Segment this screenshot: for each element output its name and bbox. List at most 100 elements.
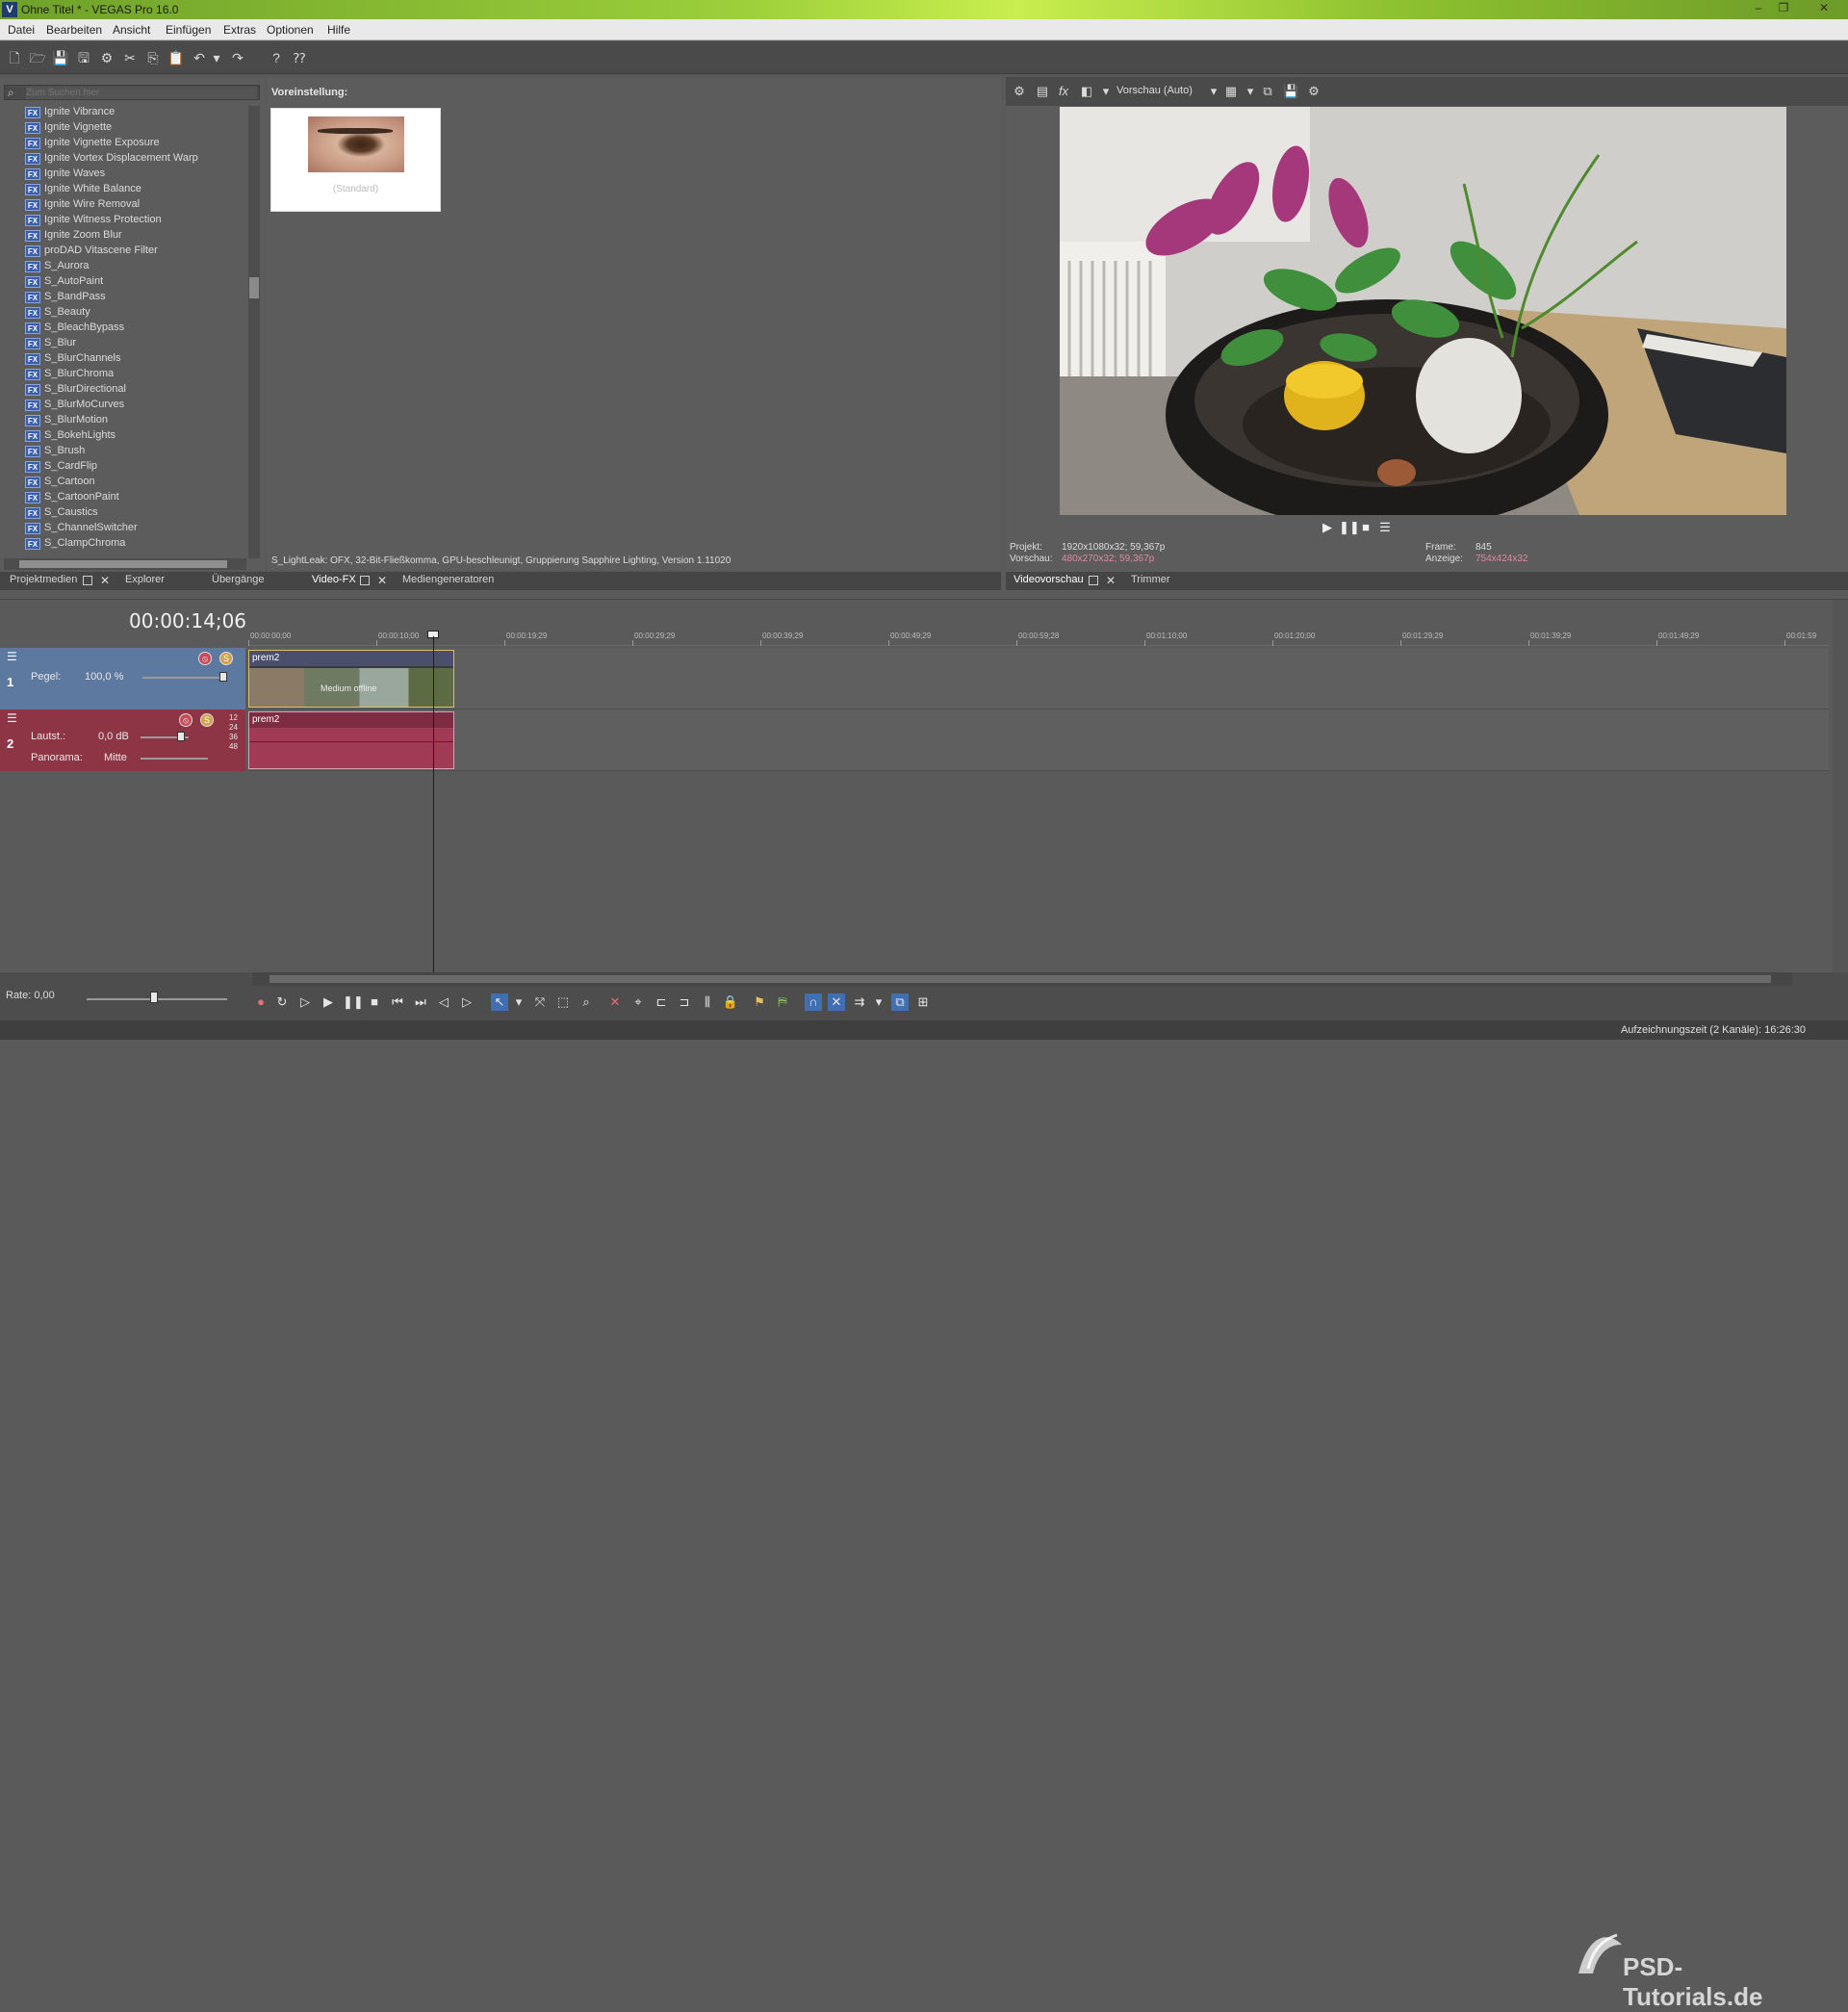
tab-projektmedien[interactable]: Projektmedien (10, 574, 77, 585)
mute-icon[interactable]: ⦸ (179, 713, 192, 727)
lock-icon[interactable]: 🔒 (722, 993, 739, 1011)
tab-dock-icon[interactable] (1089, 576, 1098, 585)
trim-start-icon[interactable]: ⊏ (653, 993, 670, 1011)
loop-icon[interactable]: ↻ (273, 993, 291, 1011)
fx-list-item[interactable]: FX S_BlurChannels (25, 352, 121, 368)
fx-list-item[interactable]: FX S_BlurMoCurves (25, 399, 124, 414)
menu-optionen[interactable]: Optionen (267, 23, 314, 37)
pause-icon[interactable]: ❚❚ (343, 993, 364, 1011)
preview-menu-icon[interactable]: ☰ (1377, 520, 1393, 535)
overlays-grid-icon[interactable]: ▦ (1223, 84, 1239, 99)
video-fx-icon[interactable]: fx (1056, 84, 1071, 99)
preview-device-icon[interactable]: ▤ (1035, 84, 1050, 99)
redo-icon[interactable]: ↷ (229, 49, 246, 66)
save-as-icon[interactable]: 🖫 (75, 49, 92, 66)
undo-icon[interactable]: ↶ (191, 49, 208, 66)
fx-list-item[interactable]: FX S_BleachBypass (25, 322, 124, 337)
tab-close-icon[interactable]: ✕ (1106, 574, 1116, 587)
fx-list-item[interactable]: FX S_ClampChroma (25, 537, 125, 553)
record-icon[interactable]: ● (252, 993, 270, 1011)
fx-list-item[interactable]: FX S_BandPass (25, 291, 106, 306)
edit-tool-dropdown-icon[interactable]: ▾ (510, 993, 527, 1011)
marker-icon[interactable]: ⚑ (751, 993, 768, 1011)
fx-list-item[interactable]: FX S_AutoPaint (25, 275, 103, 291)
video-track-header[interactable]: ☰ 1 ⦸ S Pegel: 100,0 % (0, 648, 245, 709)
menu-einfuegen[interactable]: Einfügen (166, 23, 211, 37)
stop-icon[interactable]: ■ (366, 993, 383, 1011)
play-icon[interactable]: ▶ (1320, 520, 1335, 535)
play-icon[interactable]: ▶ (320, 993, 337, 1011)
fx-list-item[interactable]: FX Ignite Witness Protection (25, 214, 162, 229)
open-folder-icon[interactable]: 🗁 (29, 49, 46, 66)
audio-track-header[interactable]: ☰ 2 ⦸ S Lautst.: 0,0 dB Panorama: Mitte (0, 709, 245, 771)
properties-gear-icon[interactable]: ⚙ (98, 49, 116, 66)
overlays-dropdown-icon[interactable]: ▾ (1243, 84, 1258, 99)
cut-icon[interactable]: ✂ (121, 49, 139, 66)
fx-list-item[interactable]: FX Ignite White Balance (25, 183, 141, 198)
fx-list-item[interactable]: FX proDAD Vitascene Filter (25, 245, 158, 260)
copy-snapshot-icon[interactable]: ⧉ (1260, 84, 1275, 99)
preview-extra-icon[interactable]: ⚙ (1306, 84, 1322, 99)
next-frame-icon[interactable]: ▷ (458, 993, 475, 1011)
delete-icon[interactable]: ✕ (606, 993, 624, 1011)
auto-crossfade-icon[interactable]: ✕ (828, 993, 845, 1011)
fx-list-item[interactable]: FX Ignite Zoom Blur (25, 229, 122, 245)
menu-datei[interactable]: Datei (8, 23, 35, 37)
playhead-line[interactable] (433, 636, 434, 973)
fx-list-item[interactable]: FX S_BokehLights (25, 429, 116, 445)
auto-ripple-dropdown-icon[interactable]: ▾ (870, 993, 887, 1011)
solo-icon[interactable]: S (200, 713, 214, 727)
solo-icon[interactable]: S (219, 652, 233, 665)
tab-close-icon[interactable]: ✕ (100, 574, 110, 587)
play-from-start-icon[interactable]: ▷ (296, 993, 314, 1011)
menu-ansicht[interactable]: Ansicht (113, 23, 150, 37)
save-icon[interactable]: 💾 (52, 49, 69, 66)
new-file-icon[interactable]: 🗋 (6, 49, 23, 66)
fx-list-item[interactable]: FX S_BlurChroma (25, 368, 114, 383)
audio-event-clip[interactable]: prem2 (248, 711, 454, 769)
tab-dock-icon[interactable] (83, 576, 92, 585)
pegel-slider[interactable] (142, 677, 221, 679)
timeline-horizontal-scrollbar[interactable] (252, 972, 1792, 986)
fx-list-item[interactable]: FX Ignite Vortex Displacement Warp (25, 152, 198, 168)
trim-end-icon[interactable]: ⊐ (676, 993, 693, 1011)
maximize-button[interactable]: ❐ (1773, 1, 1794, 16)
previous-frame-icon[interactable]: ◁ (435, 993, 452, 1011)
paste-icon[interactable]: 📋 (167, 49, 185, 66)
event-grouping-icon[interactable]: ⧉ (891, 993, 909, 1011)
envelope-tool-icon[interactable]: ⤧ (531, 993, 549, 1011)
fx-list-item[interactable]: FX S_CardFlip (25, 460, 97, 476)
undo-dropdown-icon[interactable]: ▾ (208, 49, 225, 66)
go-to-start-icon[interactable]: ⏮ (389, 993, 406, 1011)
split-icon[interactable]: ⫼ (699, 993, 716, 1011)
fx-list-item[interactable]: FX Ignite Vignette Exposure (25, 137, 160, 152)
pause-icon[interactable]: ❚❚ (1339, 520, 1360, 535)
volume-slider-knob[interactable] (177, 732, 185, 741)
close-button[interactable]: ✕ (1813, 1, 1835, 16)
audio-track-lane[interactable]: prem2 (248, 709, 1829, 771)
fx-list-item[interactable]: FX S_CartoonPaint (25, 491, 119, 506)
track-menu-icon[interactable]: ☰ (7, 651, 20, 663)
pegel-slider-knob[interactable] (219, 672, 227, 682)
menu-hilfe[interactable]: Hilfe (327, 23, 350, 37)
video-track-lane[interactable]: prem2 Medium offline (248, 648, 1829, 709)
scrollbar-thumb[interactable] (249, 277, 259, 298)
minimize-button[interactable]: – (1748, 1, 1769, 16)
pan-slider[interactable] (141, 758, 208, 760)
fx-list-item[interactable]: FX S_Blur (25, 337, 76, 352)
time-ruler[interactable]: 00:00:00;00 00:00:10;00 00:00:19;29 00:00:2… (248, 629, 1829, 646)
fx-list-vertical-scrollbar[interactable] (248, 106, 260, 558)
whats-this-icon[interactable]: ⁇ (291, 49, 308, 66)
tab-uebergaenge[interactable]: Übergänge (212, 574, 264, 585)
snapping-icon[interactable]: ∩ (805, 993, 822, 1011)
tab-mediengeneratoren[interactable]: Mediengeneratoren (402, 574, 494, 585)
fx-list-item[interactable]: FX S_Caustics (25, 506, 98, 522)
help-icon[interactable]: ? (268, 49, 285, 66)
fx-search-input[interactable] (26, 87, 257, 99)
fx-list-item[interactable]: FX S_Brush (25, 445, 85, 460)
trim-icon[interactable]: ⌖ (629, 993, 647, 1011)
fx-list-item[interactable]: FX Ignite Waves (25, 168, 105, 183)
preview-quality-select[interactable]: Vorschau (Auto) (1116, 85, 1193, 96)
go-to-end-icon[interactable]: ⏭ (412, 993, 429, 1011)
split-screen-icon[interactable]: ◧ (1079, 84, 1094, 99)
